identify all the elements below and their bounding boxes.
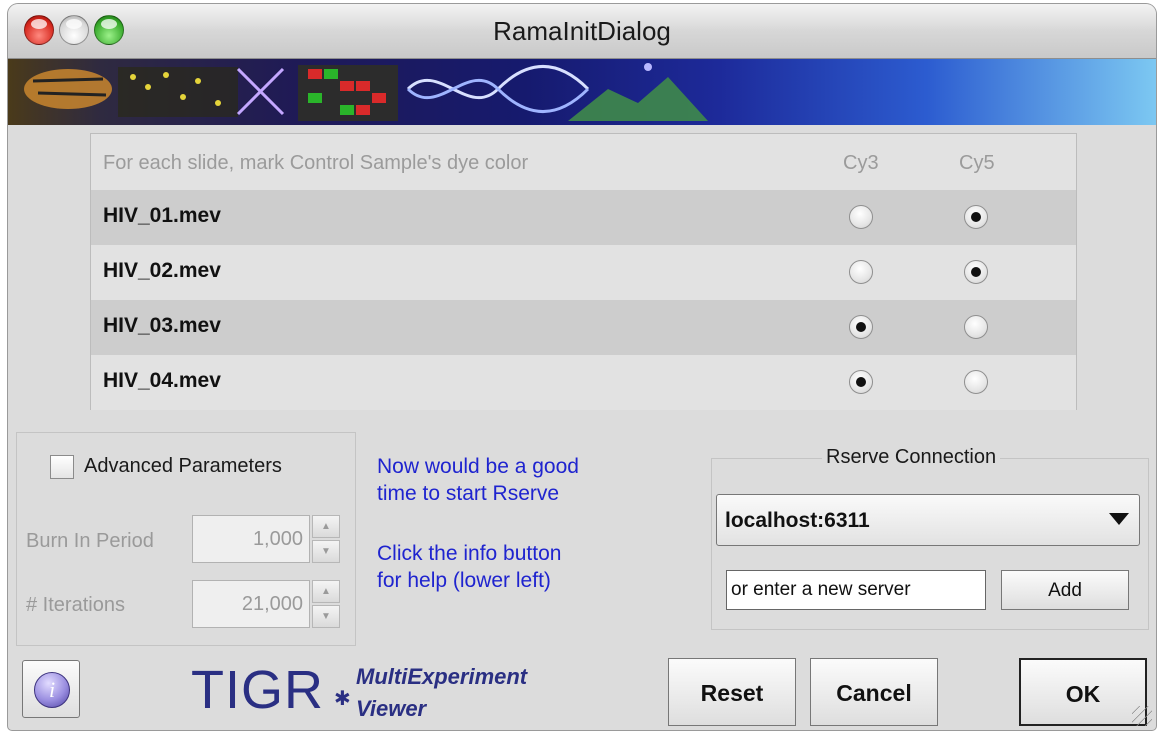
table-row: HIV_01.mev bbox=[91, 190, 1076, 245]
mev-logo-line-2: Viewer bbox=[356, 696, 427, 721]
slide-file-name: HIV_04.mev bbox=[103, 369, 221, 392]
rserve-connection-title: Rserve Connection bbox=[822, 446, 1001, 469]
ok-button[interactable]: OK bbox=[1019, 658, 1147, 726]
hint-line-4: for help (lower left) bbox=[377, 569, 551, 592]
slide-file-name: HIV_01.mev bbox=[103, 204, 221, 227]
info-button[interactable] bbox=[22, 660, 80, 718]
server-select[interactable]: localhost:6311 bbox=[716, 494, 1140, 546]
slide-file-name: HIV_02.mev bbox=[103, 259, 221, 282]
hint-line-2: time to start Rserve bbox=[377, 482, 560, 505]
banner-artwork bbox=[24, 63, 708, 121]
cy3-radio[interactable] bbox=[849, 205, 873, 229]
stepper-up-icon[interactable]: ▲ bbox=[312, 515, 340, 538]
table-row: HIV_03.mev bbox=[91, 300, 1076, 355]
burn-in-stepper[interactable]: ▲ ▼ bbox=[312, 515, 340, 563]
stepper-down-icon[interactable]: ▼ bbox=[312, 605, 340, 628]
mev-logo-line-1: MultiExperiment bbox=[356, 664, 528, 689]
header-banner-image bbox=[8, 59, 1156, 125]
table-row: HIV_04.mev bbox=[91, 355, 1076, 410]
advanced-parameters-label: Advanced Parameters bbox=[84, 455, 282, 477]
resize-grip-icon[interactable] bbox=[1132, 706, 1152, 726]
chevron-down-icon[interactable] bbox=[1109, 513, 1129, 525]
slide-file-name: HIV_03.mev bbox=[103, 314, 221, 337]
cancel-button[interactable]: Cancel bbox=[810, 658, 938, 726]
add-server-button[interactable]: Add bbox=[1001, 570, 1129, 610]
cy5-radio[interactable] bbox=[964, 260, 988, 284]
dialog-window: RamaInitDialog For each slide, mark Cont… bbox=[8, 4, 1156, 730]
hint-line-1: Now would be a good bbox=[377, 455, 579, 478]
iterations-field[interactable]: 21,000 bbox=[192, 580, 310, 628]
logo-bullet-icon: ✱ bbox=[334, 688, 351, 710]
new-server-input[interactable] bbox=[726, 570, 986, 610]
window-title: RamaInitDialog bbox=[493, 16, 671, 46]
reset-button[interactable]: Reset bbox=[668, 658, 796, 726]
burn-in-label: Burn In Period bbox=[26, 530, 154, 552]
cy3-radio[interactable] bbox=[849, 260, 873, 284]
hint-line-3: Click the info button bbox=[377, 542, 562, 565]
cy5-radio[interactable] bbox=[964, 315, 988, 339]
title-bar[interactable]: RamaInitDialog bbox=[8, 4, 1156, 59]
cy5-column-header: Cy5 bbox=[959, 152, 995, 174]
cy5-radio[interactable] bbox=[964, 370, 988, 394]
iterations-label: # Iterations bbox=[26, 594, 125, 616]
cy3-radio[interactable] bbox=[849, 370, 873, 394]
cy5-radio[interactable] bbox=[964, 205, 988, 229]
stepper-up-icon[interactable]: ▲ bbox=[312, 580, 340, 603]
table-row: HIV_02.mev bbox=[91, 245, 1076, 300]
stepper-down-icon[interactable]: ▼ bbox=[312, 540, 340, 563]
info-icon bbox=[34, 672, 70, 708]
cy3-column-header: Cy3 bbox=[843, 152, 879, 174]
advanced-parameters-checkbox[interactable] bbox=[50, 455, 74, 479]
burn-in-field[interactable]: 1,000 bbox=[192, 515, 310, 563]
slide-dye-table: For each slide, mark Control Sample's dy… bbox=[90, 133, 1077, 410]
cy3-radio[interactable] bbox=[849, 315, 873, 339]
iterations-stepper[interactable]: ▲ ▼ bbox=[312, 580, 340, 628]
tigr-logo: TIGR bbox=[191, 660, 324, 720]
server-select-value: localhost:6311 bbox=[725, 509, 870, 532]
table-instruction-header: For each slide, mark Control Sample's dy… bbox=[103, 152, 529, 174]
